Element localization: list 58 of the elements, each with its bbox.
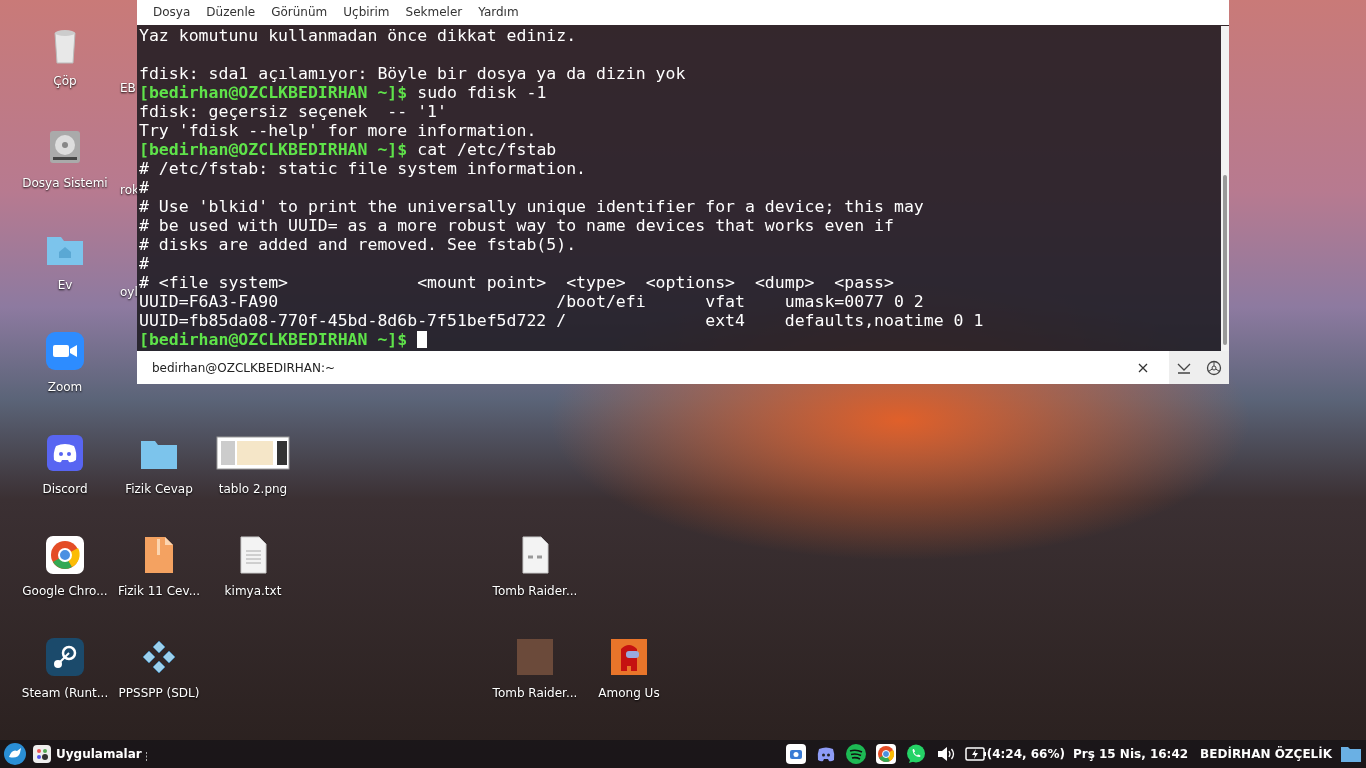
applications-menu-button[interactable]: Uygulamalar — [32, 744, 142, 764]
crewmate-icon[interactable] — [609, 637, 649, 677]
terminal-command: cat /etc/fstab — [417, 140, 557, 159]
menu-item[interactable]: Dosya — [145, 0, 199, 25]
discord-icon[interactable] — [45, 433, 85, 473]
terminal-output: UUID=fb85da08-770f-45bd-8d6b-7f51bef5d722 / ext4 defaults,noatime 0 1 — [139, 311, 984, 330]
terminal-output: # disks are added and removed. See fstab(5). — [139, 235, 577, 254]
shell-prompt: [bedirhan@OZCLKBEDIRHAN ~]$ — [139, 140, 408, 159]
icon-label[interactable]: Fizik Cevap — [125, 482, 193, 496]
icon-label[interactable]: Steam (Runt... — [21, 686, 109, 700]
steam-icon[interactable] — [45, 637, 85, 677]
terminal-output: fdisk: geçersiz seçenek -- '1' — [139, 102, 447, 121]
video-camera-icon[interactable] — [45, 331, 85, 371]
terminal-output: # <file system> <mount point> <type> <options> <dump> <pass> — [139, 273, 894, 292]
icon-label[interactable]: tablo 2.png — [218, 482, 288, 496]
icon-label[interactable]: kimya.txt — [224, 584, 282, 598]
menu-item[interactable]: Yardım — [470, 0, 527, 25]
clock[interactable]: Prş 15 Nis, 16:42 — [1072, 747, 1189, 761]
terminal-output: fdisk: sda1 açılamıyor: Böyle bir dosya ya da dizin yok — [139, 64, 686, 83]
phone-chat-icon[interactable] — [904, 743, 927, 765]
terminal-output: UUID=F6A3-FA90 /boot/efi vfat umask=0077 0 2 — [139, 292, 924, 311]
terminal-output: Yaz komutunu kullanmadan önce dikkat ediniz. — [139, 26, 577, 45]
shell-prompt: [bedirhan@OZCLKBEDIRHAN ~]$ — [139, 330, 408, 349]
folder-icon[interactable] — [1340, 745, 1362, 763]
terminal-output: # /etc/fstab: static file system information. — [139, 159, 587, 178]
terminal-output: # — [139, 178, 149, 197]
spotify-icon[interactable] — [844, 743, 867, 765]
menu-item[interactable]: Uçbirim — [335, 0, 398, 25]
icon-label[interactable]: Discord — [42, 482, 88, 496]
terminal-output: # be used with UUID= as a more robust way to name devices that works even if — [139, 216, 894, 235]
menu-item[interactable]: Düzenle — [198, 0, 264, 25]
battery-status[interactable]: (4:24, 66%) — [986, 747, 1065, 761]
terminal-output: Try 'fdisk --help' for more information. — [139, 121, 537, 140]
icon-label[interactable]: Tomb Raider... — [492, 584, 578, 598]
icon-label[interactable]: PPSSPP (SDL) — [118, 686, 200, 700]
user-name[interactable]: BEDİRHAN ÖZÇELİK — [1200, 747, 1332, 761]
icon-label[interactable]: Google Chro... — [22, 584, 108, 598]
icon-label[interactable]: Fizik 11 Cev... — [117, 584, 201, 598]
shell-prompt: [bedirhan@OZCLKBEDIRHAN ~]$ — [139, 83, 408, 102]
bird-logo-icon[interactable] — [4, 743, 26, 765]
icon-label[interactable]: Ev — [57, 278, 73, 292]
image-thumbnail-icon[interactable] — [215, 433, 291, 473]
terminal-output: # Use 'blkid' to print the universally unique identifier for a device; this may — [139, 197, 924, 216]
menu-item[interactable]: Görünüm — [263, 0, 336, 25]
icon-label[interactable]: Zoom — [47, 380, 83, 394]
dropdown-button[interactable] — [1169, 351, 1199, 384]
terminal-command: sudo fdisk -1 — [417, 83, 547, 102]
icon-label[interactable]: oyl — [120, 285, 138, 299]
icon-label[interactable]: Tomb Raider... — [492, 686, 578, 700]
terminal-output: # — [139, 254, 149, 273]
settings-button[interactable] — [1199, 351, 1229, 384]
chrome-icon[interactable] — [45, 535, 85, 575]
gear-icon — [1206, 359, 1222, 376]
chevron-down-icon — [1177, 361, 1191, 374]
menu-item[interactable]: Sekmeler — [397, 0, 471, 25]
icon-label[interactable]: Among Us — [598, 686, 660, 700]
scrollbar[interactable] — [1221, 26, 1229, 351]
app-grid-icon — [32, 744, 52, 764]
